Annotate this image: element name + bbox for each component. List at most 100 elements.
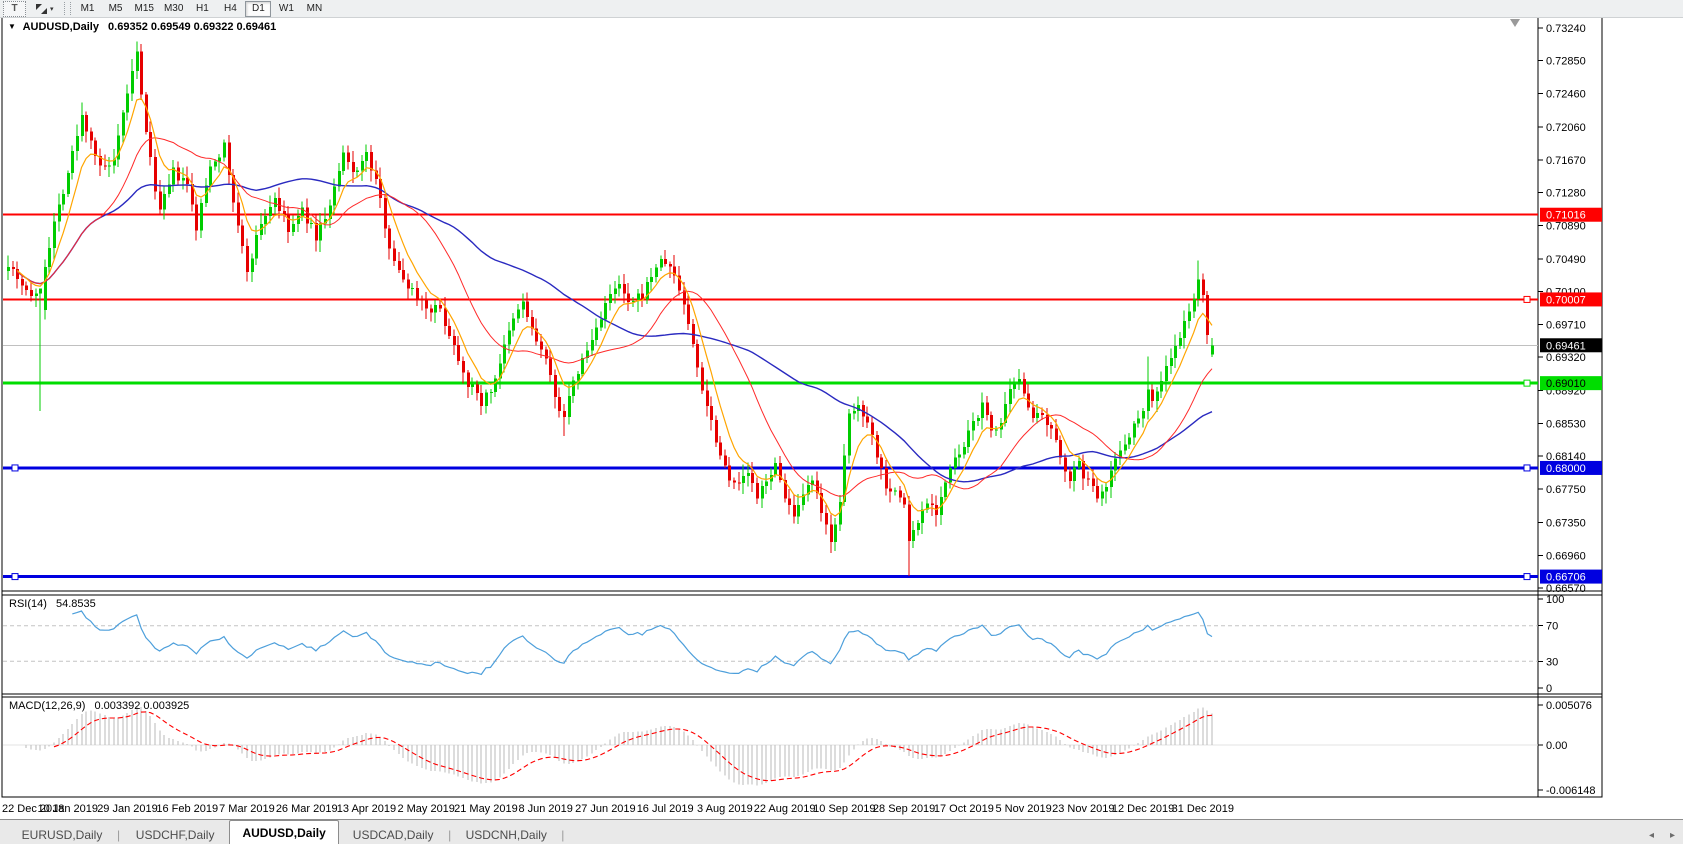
candle-body <box>1114 459 1117 471</box>
level-handle[interactable] <box>1524 296 1530 302</box>
level-handle[interactable] <box>12 574 18 580</box>
candle-body <box>526 302 529 317</box>
candle-body <box>94 141 97 156</box>
tab-usdcnh[interactable]: USDCNH,Daily <box>452 825 560 844</box>
timeframe-h4-button[interactable]: H4 <box>217 1 243 17</box>
candle-body <box>356 170 359 172</box>
candle-body <box>1087 478 1090 479</box>
tab-eurusd[interactable]: EURUSD,Daily <box>8 825 116 844</box>
candle-body <box>467 373 470 387</box>
date-label: 26 Mar 2019 <box>276 803 338 815</box>
price-tick-label: 0.70890 <box>1546 220 1586 232</box>
candle-body <box>402 270 405 279</box>
candle-body <box>871 423 874 435</box>
macd-current-values: 0.003392 0.003925 <box>94 700 189 712</box>
candle-body <box>195 204 198 230</box>
candle-body <box>986 403 989 415</box>
candle-body <box>595 327 598 339</box>
timeframe-mn-button[interactable]: MN <box>301 1 327 17</box>
candle-body <box>71 151 74 173</box>
timeframe-m30-button[interactable]: M30 <box>160 1 187 17</box>
candle-body <box>297 216 300 224</box>
timeframe-h1-button[interactable]: H1 <box>189 1 215 17</box>
price-tick-label: 0.72060 <box>1546 122 1586 134</box>
timeframe-m1-button[interactable]: M1 <box>75 1 101 17</box>
ohlc-readout: 0.69352 0.69549 0.69322 0.69461 <box>108 21 276 33</box>
candle-body <box>581 358 584 374</box>
candle-body <box>944 483 947 497</box>
candle-body <box>977 418 980 421</box>
tab-scroll-left-icon[interactable]: ◂ <box>1641 830 1662 844</box>
price-tag-label: 0.69461 <box>1546 340 1586 352</box>
price-tick-label: 0.69320 <box>1546 352 1586 364</box>
price-tick-label: 0.71670 <box>1546 155 1586 167</box>
candle-body <box>12 267 15 269</box>
tab-scroll-right-icon[interactable]: ▸ <box>1662 830 1683 844</box>
level-handle[interactable] <box>12 465 18 471</box>
date-label: 21 May 2019 <box>454 803 518 815</box>
level-handle[interactable] <box>1524 574 1530 580</box>
candle-body <box>664 259 667 264</box>
candle-body <box>62 194 65 205</box>
candle-body <box>370 152 373 170</box>
candle-body <box>274 198 277 207</box>
level-handle[interactable] <box>1524 380 1530 386</box>
timeframe-m15-button[interactable]: M15 <box>131 1 158 17</box>
candle-body <box>742 476 745 483</box>
candle-body <box>457 345 460 361</box>
candle-body <box>53 222 56 249</box>
timeframe-w1-button[interactable]: W1 <box>273 1 299 17</box>
candle-body <box>163 194 166 210</box>
date-label: 10 Sep 2019 <box>813 803 875 815</box>
timeframe-d1-button[interactable]: D1 <box>245 1 271 17</box>
price-tag-label: 0.68000 <box>1546 463 1586 475</box>
mt4-window: { "icons": {"dropdown_caret":"▾","collap… <box>0 0 1683 844</box>
candle-body <box>1101 492 1104 499</box>
candle-body <box>797 505 800 517</box>
date-label: 16 Jul 2019 <box>637 803 694 815</box>
candle-body <box>425 301 428 309</box>
candle-body <box>67 173 70 194</box>
rsi-tick-label: 30 <box>1546 656 1558 668</box>
candle-body <box>453 336 456 345</box>
candle-body <box>706 391 709 406</box>
candle-body <box>140 52 143 95</box>
text-tool-button[interactable]: T <box>3 1 26 17</box>
candle-body <box>660 259 663 267</box>
candle-body <box>25 286 28 290</box>
rsi-tick-label: 70 <box>1546 621 1558 633</box>
collapse-triangle-icon[interactable]: ▼ <box>8 22 16 31</box>
candle-body <box>880 457 883 468</box>
candle-body <box>1151 390 1154 401</box>
date-label: 3 Aug 2019 <box>697 803 753 815</box>
macd-indicator-label: MACD(12,26,9) 0.003392 0.003925 <box>9 700 189 712</box>
candle-body <box>972 421 975 430</box>
level-handle[interactable] <box>1524 465 1530 471</box>
tab-audusd[interactable]: AUDUSD,Daily <box>229 820 339 844</box>
candle-body <box>1018 379 1021 384</box>
macd-tick-label: 0.005076 <box>1546 700 1592 712</box>
price-tick-label: 0.70490 <box>1546 254 1586 266</box>
tab-usdcad[interactable]: USDCAD,Daily <box>339 825 447 844</box>
timeframe-m5-button[interactable]: M5 <box>103 1 129 17</box>
candle-body <box>747 473 750 476</box>
candle-body <box>788 498 791 504</box>
candle-body <box>209 167 212 186</box>
candle-body <box>1197 280 1200 299</box>
candle-body <box>241 226 244 246</box>
price-tag-label: 0.71016 <box>1546 210 1586 222</box>
arrows-icon <box>35 3 48 15</box>
candle-body <box>108 166 111 167</box>
candle-body <box>540 342 543 350</box>
candle-body <box>853 411 856 413</box>
candle-body <box>182 178 185 180</box>
candle-body <box>876 435 879 457</box>
candle-body <box>751 473 754 483</box>
candle-body <box>738 483 741 484</box>
candle-body <box>899 491 902 498</box>
candle-body <box>1055 429 1058 440</box>
arrow-tools-button[interactable]: ▾ <box>31 1 58 17</box>
candle-body <box>444 309 447 326</box>
date-label: 10 Jan 2019 <box>37 803 98 815</box>
tab-usdchf[interactable]: USDCHF,Daily <box>121 825 229 844</box>
